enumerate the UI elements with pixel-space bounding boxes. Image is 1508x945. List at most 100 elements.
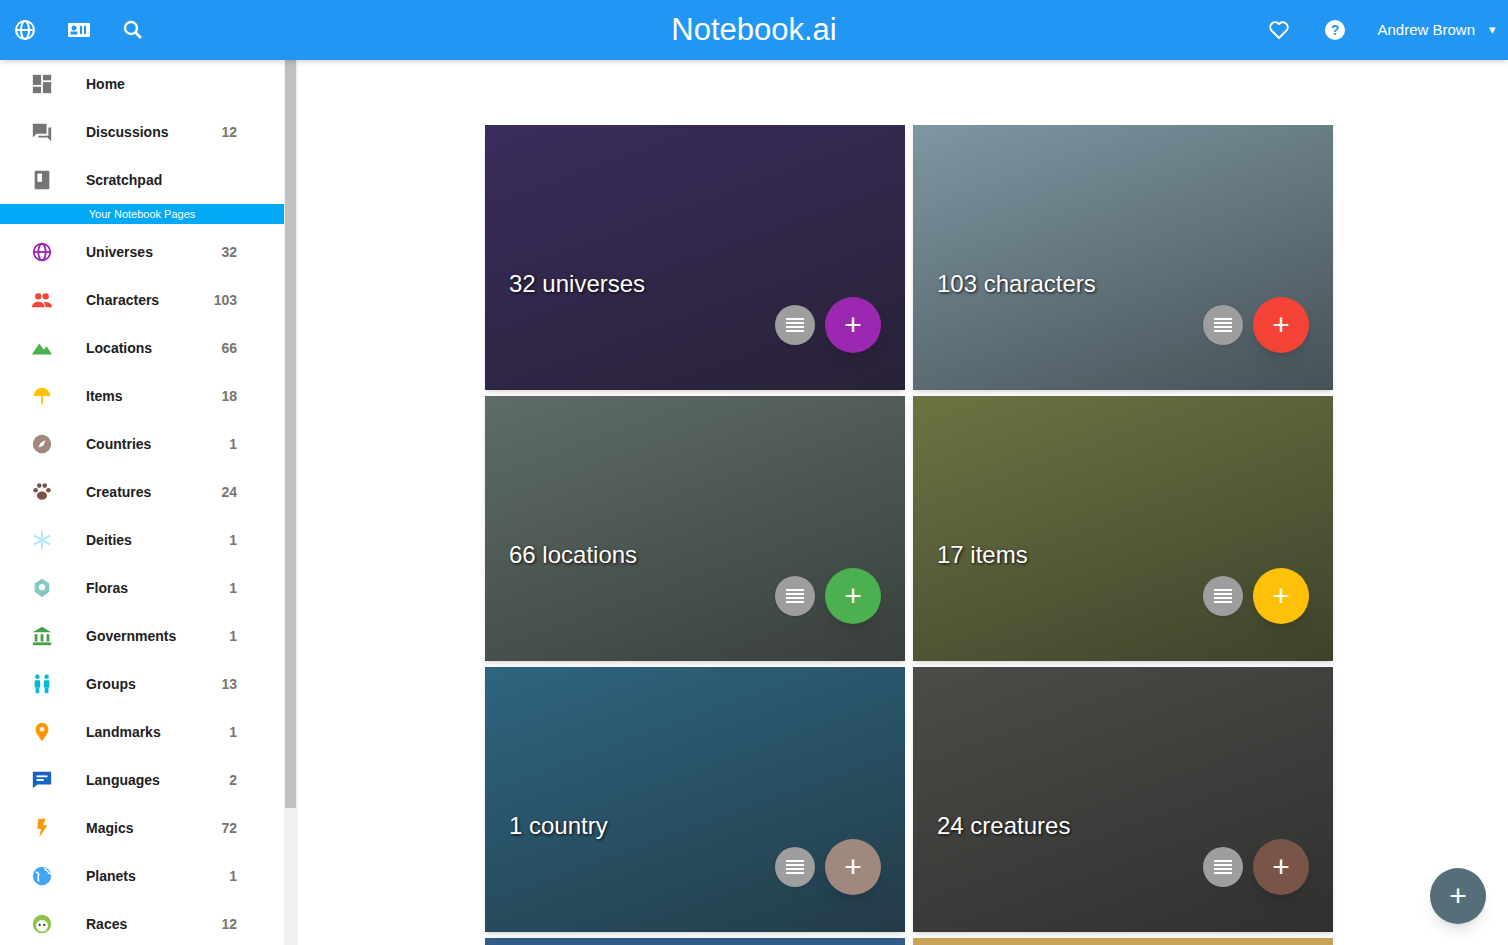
category-card[interactable]: [913, 938, 1333, 945]
sidebar-label[interactable]: Universes: [86, 242, 221, 263]
list-icon: [1214, 860, 1232, 874]
sidebar-item[interactable]: Home: [0, 60, 284, 108]
add-button[interactable]: +: [825, 568, 881, 624]
sidebar-item[interactable]: Universes32: [0, 228, 284, 276]
sidebar-label[interactable]: Characters: [86, 290, 214, 311]
sidebar-scrollbar[interactable]: [284, 60, 298, 945]
dashboard-icon: [31, 73, 53, 95]
sidebar-icon-slot: [31, 865, 86, 887]
sidebar-label[interactable]: Discussions: [86, 122, 221, 143]
category-card[interactable]: 17 items +: [913, 396, 1333, 661]
sidebar-label[interactable]: Languages: [86, 770, 229, 791]
category-card[interactable]: [485, 938, 905, 945]
sidebar-count: 1: [229, 530, 237, 551]
add-label[interactable]: +: [1272, 310, 1290, 340]
sidebar-count: 1: [229, 626, 237, 647]
sidebar-count: 1: [229, 578, 237, 599]
mountain-icon: [31, 337, 53, 359]
search-icon[interactable]: [121, 18, 145, 42]
globe-icon[interactable]: [13, 18, 37, 42]
sidebar-item[interactable]: Deities1: [0, 516, 284, 564]
add-label[interactable]: +: [844, 852, 862, 882]
sidebar-label[interactable]: Groups: [86, 674, 221, 695]
sidebar-item[interactable]: Landmarks1: [0, 708, 284, 756]
card-title[interactable]: 1 country: [509, 808, 608, 844]
sidebar-item[interactable]: Governments1: [0, 612, 284, 660]
main-content: 32 universes +103 characters +66 locations…: [298, 60, 1508, 945]
list-button[interactable]: [1203, 576, 1243, 616]
sidebar-label[interactable]: Landmarks: [86, 722, 229, 743]
card-title[interactable]: 103 characters: [937, 266, 1096, 302]
card-title[interactable]: 32 universes: [509, 266, 645, 302]
add-button[interactable]: +: [1253, 568, 1309, 624]
sidebar-icon-slot: [31, 385, 86, 407]
sidebar-item[interactable]: Scratchpad: [0, 156, 284, 204]
sidebar-item[interactable]: Floras1: [0, 564, 284, 612]
list-button[interactable]: [775, 847, 815, 887]
sidebar-label[interactable]: Governments: [86, 626, 229, 647]
sidebar-item[interactable]: Magics72: [0, 804, 284, 852]
dropdown-arrow[interactable]: ▾: [1489, 20, 1496, 40]
sidebar-count: 72: [221, 818, 237, 839]
sidebar-count: 18: [221, 386, 237, 407]
sidebar-label[interactable]: Home: [86, 74, 237, 95]
sidebar-icon-slot: [31, 241, 86, 263]
sidebar-item[interactable]: Characters103: [0, 276, 284, 324]
sidebar-count: 12: [221, 122, 237, 143]
sidebar-item[interactable]: Planets1: [0, 852, 284, 900]
sidebar-label[interactable]: Locations: [86, 338, 221, 359]
flower-icon: [31, 577, 53, 599]
add-label[interactable]: +: [1272, 852, 1290, 882]
add-button[interactable]: +: [825, 297, 881, 353]
sidebar-count: 1: [229, 866, 237, 887]
card-title[interactable]: 17 items: [937, 537, 1028, 573]
sidebar-count: 66: [221, 338, 237, 359]
sidebar-item[interactable]: Groups13: [0, 660, 284, 708]
list-icon: [786, 589, 804, 603]
help-icon[interactable]: ?: [1323, 18, 1347, 42]
sidebar-item[interactable]: Items18: [0, 372, 284, 420]
sidebar-item[interactable]: Countries1: [0, 420, 284, 468]
sidebar-icon-slot: [31, 433, 86, 455]
add-button[interactable]: +: [1253, 297, 1309, 353]
sidebar-label[interactable]: Items: [86, 386, 221, 407]
sidebar-item[interactable]: Discussions12: [0, 108, 284, 156]
add-button[interactable]: +: [1253, 839, 1309, 895]
category-card[interactable]: 103 characters +: [913, 125, 1333, 390]
sidebar-label[interactable]: Planets: [86, 866, 229, 887]
fab-add-button[interactable]: +: [1430, 868, 1486, 924]
category-card[interactable]: 24 creatures +: [913, 667, 1333, 932]
sidebar-label[interactable]: Deities: [86, 530, 229, 551]
list-button[interactable]: [775, 576, 815, 616]
paw-icon: [31, 481, 53, 503]
heart-icon[interactable]: [1267, 18, 1291, 42]
sidebar-label[interactable]: Races: [86, 914, 221, 935]
sidebar-label[interactable]: Scratchpad: [86, 170, 237, 191]
category-card[interactable]: 66 locations +: [485, 396, 905, 661]
add-label[interactable]: +: [844, 581, 862, 611]
sidebar-label[interactable]: Countries: [86, 434, 229, 455]
add-button[interactable]: +: [825, 839, 881, 895]
sidebar-label[interactable]: Floras: [86, 578, 229, 599]
sidebar-label[interactable]: Magics: [86, 818, 221, 839]
sidebar-item[interactable]: Races12: [0, 900, 284, 945]
add-label[interactable]: +: [844, 310, 862, 340]
category-card[interactable]: 32 universes +: [485, 125, 905, 390]
user-menu[interactable]: Andrew Brown ▾: [1377, 19, 1496, 42]
list-icon: [1214, 589, 1232, 603]
id-card-icon[interactable]: [67, 18, 91, 42]
sidebar-label[interactable]: Creatures: [86, 482, 221, 503]
sidebar-icon-slot: [31, 529, 86, 551]
fab-label[interactable]: +: [1449, 881, 1467, 911]
user-name[interactable]: Andrew Brown: [1377, 19, 1475, 42]
add-label[interactable]: +: [1272, 581, 1290, 611]
list-button[interactable]: [1203, 847, 1243, 887]
list-button[interactable]: [775, 305, 815, 345]
card-title[interactable]: 66 locations: [509, 537, 637, 573]
sidebar-item[interactable]: Locations66: [0, 324, 284, 372]
sidebar-item[interactable]: Creatures24: [0, 468, 284, 516]
sidebar-item[interactable]: Languages2: [0, 756, 284, 804]
list-button[interactable]: [1203, 305, 1243, 345]
card-title[interactable]: 24 creatures: [937, 808, 1070, 844]
category-card[interactable]: 1 country +: [485, 667, 905, 932]
